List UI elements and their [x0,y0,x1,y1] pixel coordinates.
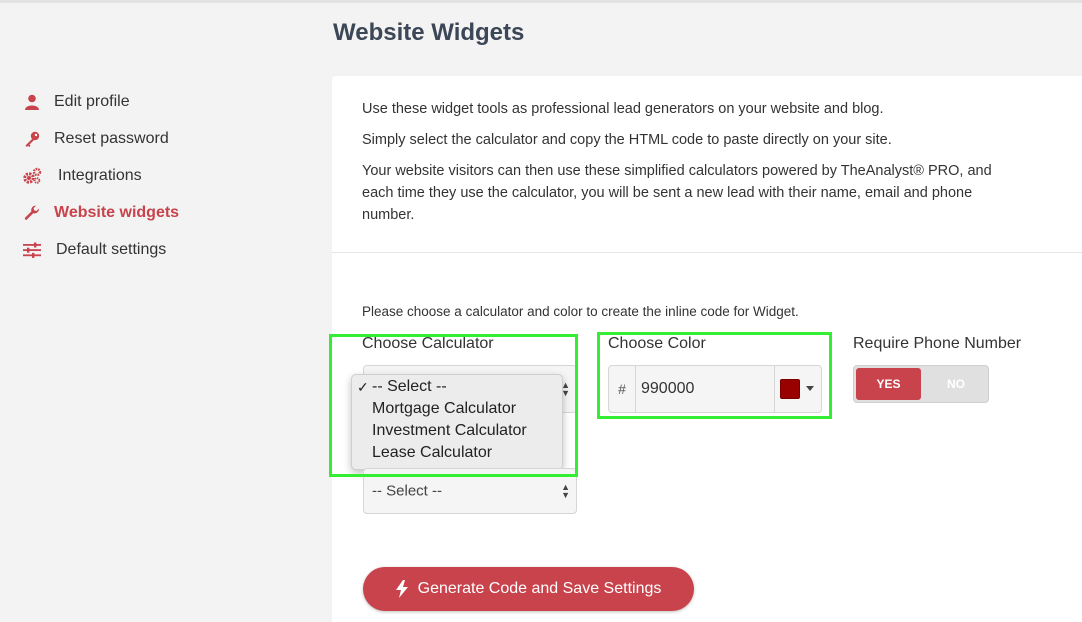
generate-code-button[interactable]: Generate Code and Save Settings [363,567,694,611]
sidebar-item-website-widgets[interactable]: Website widgets [22,201,179,225]
intro-paragraph: Your website visitors can then use these… [362,163,992,223]
divider [332,252,1082,253]
sidebar-item-reset-password[interactable]: Reset password [22,127,169,151]
sidebar-item-label: Reset password [54,130,169,147]
intro-paragraph: Use these widget tools as professional l… [362,101,884,117]
caret-down-icon [806,386,814,391]
color-value[interactable]: 990000 [641,380,694,398]
dropdown-option-lease[interactable]: Lease Calculator [372,444,492,462]
sidebar-item-label: Default settings [56,241,167,258]
form-instruction: Please choose a calculator and color to … [362,304,799,319]
gears-icon [22,166,42,186]
select-arrows-icon: ▲ ▼ [561,482,570,500]
choose-color-label: Choose Color [608,335,706,352]
sliders-icon [22,240,42,260]
sidebar-item-label: Edit profile [54,93,130,110]
key-icon [22,129,42,149]
sidebar-item-label: Website widgets [54,204,180,221]
top-border [0,0,1082,3]
widgets-panel: Use these widget tools as professional l… [329,76,1082,622]
choose-calculator-label: Choose Calculator [362,335,494,352]
sidebar-item-label: Integrations [58,167,142,184]
user-icon [22,92,42,112]
checkmark-icon: ✓ [357,379,369,395]
bolt-icon [395,580,408,598]
toggle-yes[interactable]: YES [856,368,921,400]
secondary-select-value: -- Select -- [372,482,443,500]
calculator-dropdown-list: ✓ -- Select -- Mortgage Calculator Inves… [351,374,563,470]
require-phone-toggle[interactable]: YES NO [853,365,989,403]
secondary-select[interactable]: -- Select -- ▲ ▼ [363,468,577,514]
dropdown-option-investment[interactable]: Investment Calculator [372,422,527,440]
color-swatch [780,379,800,399]
intro-text: Use these widget tools as professional l… [362,98,1002,235]
page-title: Website Widgets [333,19,525,46]
toggle-no[interactable]: NO [924,368,988,400]
generate-button-label: Generate Code and Save Settings [417,580,662,597]
color-prefix: # [609,366,636,412]
dropdown-option-mortgage[interactable]: Mortgage Calculator [372,400,516,418]
sidebar-item-default-settings[interactable]: Default settings [22,238,166,262]
color-picker-input[interactable]: # 990000 [608,365,822,413]
dropdown-option-select[interactable]: -- Select -- [372,378,447,396]
wrench-icon [22,203,42,223]
require-phone-label: Require Phone Number [853,335,1022,352]
intro-paragraph: Simply select the calculator and copy th… [362,132,892,148]
color-swatch-button[interactable] [774,366,821,412]
sidebar-item-integrations[interactable]: Integrations [22,164,142,188]
sidebar-item-edit-profile[interactable]: Edit profile [22,90,130,114]
